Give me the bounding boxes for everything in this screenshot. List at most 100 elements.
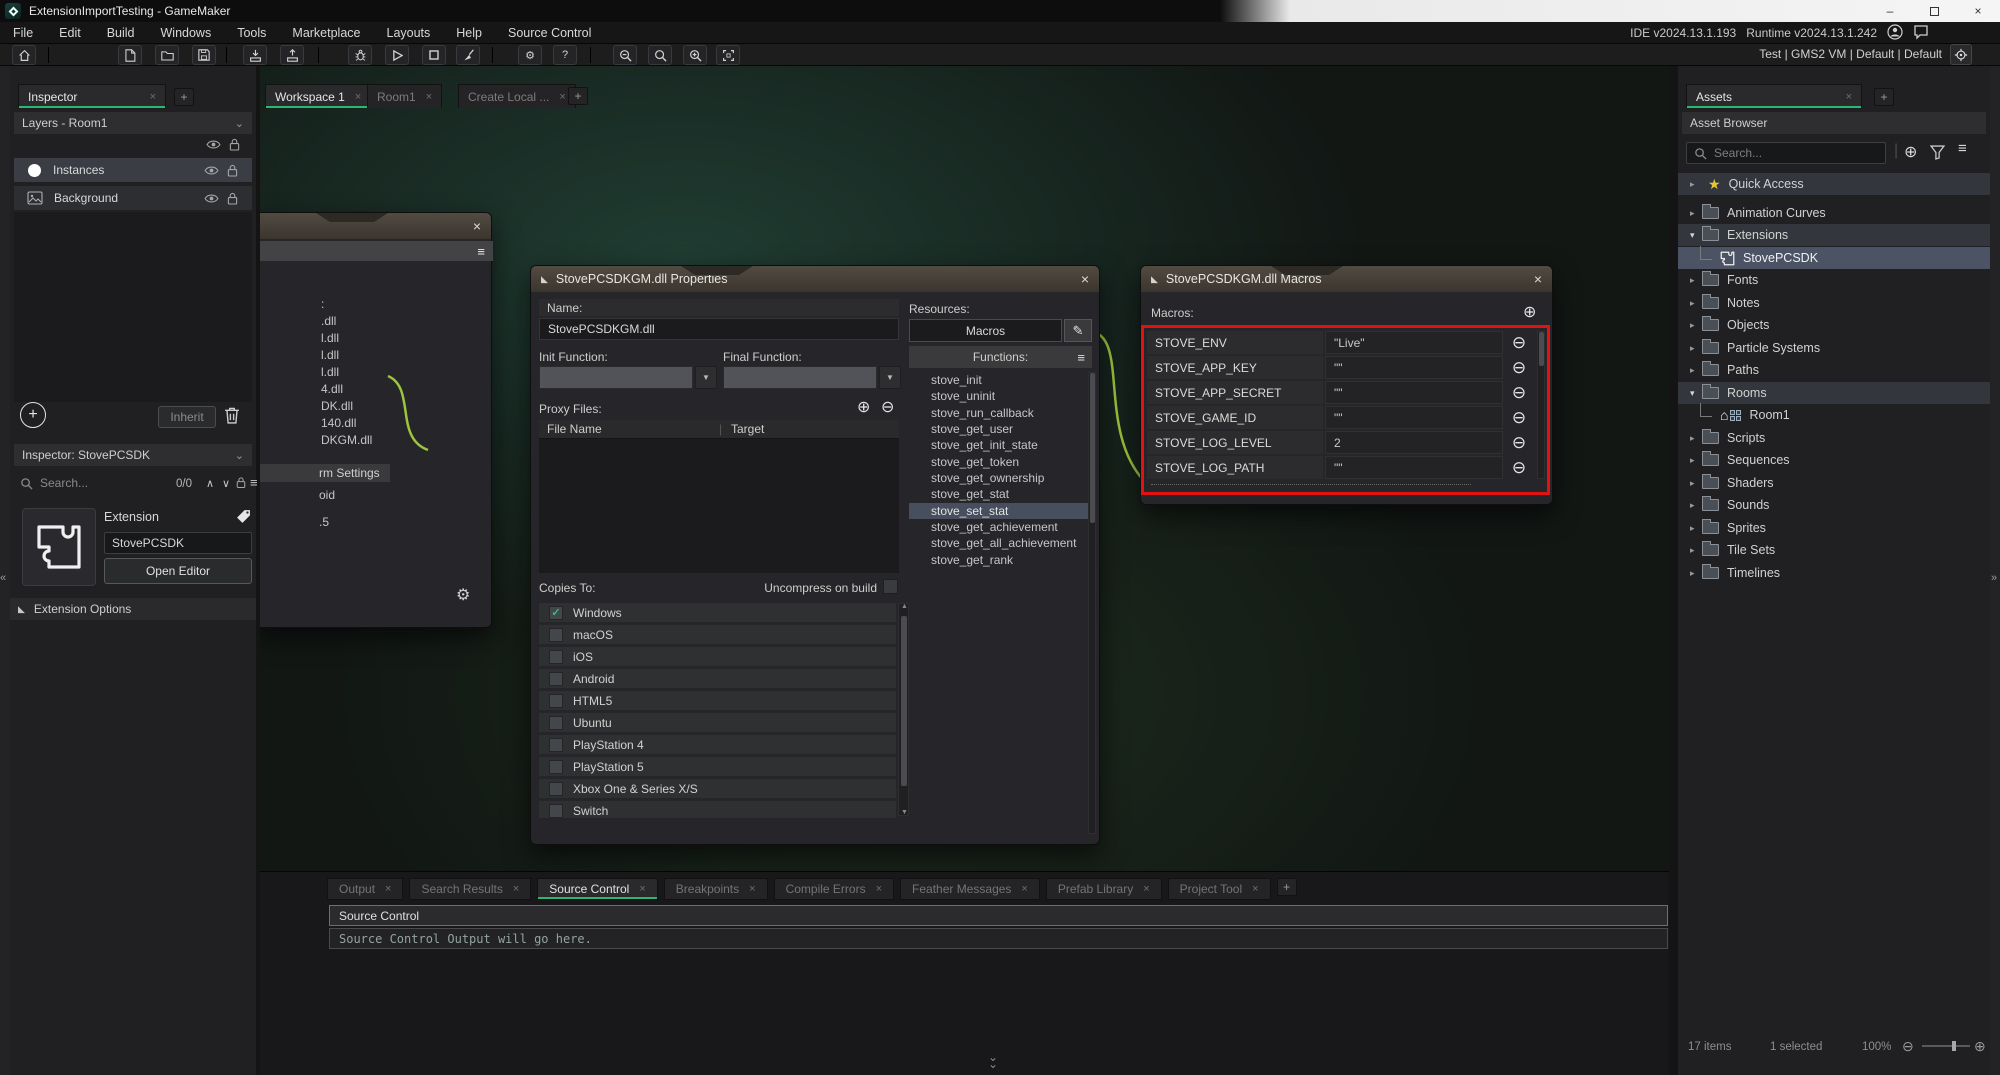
checkbox[interactable]: [549, 694, 563, 708]
macro-name[interactable]: STOVE_GAME_ID: [1147, 406, 1323, 429]
close-icon[interactable]: ×: [150, 91, 156, 103]
checkbox-checked[interactable]: ✓: [549, 606, 563, 620]
search-lock-icon[interactable]: [236, 476, 246, 489]
tree-quick-access[interactable]: ▸ ★ Quick Access: [1678, 173, 1990, 195]
search-prev-button[interactable]: ∧: [206, 477, 214, 490]
open-project-button[interactable]: [155, 45, 179, 65]
lock-icon[interactable]: [227, 164, 238, 177]
stop-button[interactable]: [422, 45, 446, 65]
remove-macro-button[interactable]: ⊖: [1507, 331, 1531, 354]
function-item[interactable]: stove_get_stat: [909, 486, 1094, 502]
expander-icon[interactable]: ▸: [1690, 523, 1702, 534]
zoom-out-button[interactable]: [613, 45, 637, 65]
close-icon[interactable]: ×: [749, 883, 755, 895]
tree-animation-curves[interactable]: ▸Animation Curves: [1678, 202, 1990, 224]
tab-output[interactable]: Output×: [327, 878, 403, 900]
menu-edit[interactable]: Edit: [46, 22, 94, 43]
extension-name-field[interactable]: StovePCSDK: [104, 532, 252, 554]
import-button[interactable]: [243, 45, 267, 65]
tree-notes[interactable]: ▸Notes: [1678, 292, 1990, 314]
remove-macro-button[interactable]: ⊖: [1507, 381, 1531, 404]
platform-row-macos[interactable]: macOS: [539, 625, 896, 644]
platform-row-html5[interactable]: HTML5: [539, 691, 896, 710]
add-asset-button[interactable]: ⊕: [1904, 142, 1917, 162]
tree-tile-sets[interactable]: ▸Tile Sets: [1678, 539, 1990, 561]
add-tab-button[interactable]: +: [174, 88, 194, 106]
lock-icon[interactable]: [229, 138, 240, 151]
tree-objects[interactable]: ▸Objects: [1678, 314, 1990, 336]
proxy-table-body[interactable]: [539, 439, 899, 573]
expander-icon[interactable]: ▸: [1690, 365, 1702, 376]
macro-name[interactable]: STOVE_APP_SECRET: [1147, 381, 1323, 404]
menu-windows[interactable]: Windows: [148, 22, 225, 43]
delete-layer-button[interactable]: [224, 406, 240, 425]
tab-search-results[interactable]: Search Results×: [409, 878, 531, 900]
tab-source-control[interactable]: Source Control×: [537, 878, 657, 900]
hamburger-icon[interactable]: ≡: [1077, 350, 1085, 365]
remove-proxy-button[interactable]: ⊖: [881, 397, 894, 417]
collapse-triangle-icon[interactable]: ◣: [1151, 274, 1158, 285]
settings-gear-icon[interactable]: ⚙: [518, 45, 542, 65]
expander-icon[interactable]: ▸: [1690, 568, 1702, 579]
platform-row-ubuntu[interactable]: Ubuntu: [539, 713, 896, 732]
menu-source-control[interactable]: Source Control: [495, 22, 604, 43]
account-icon[interactable]: [1887, 24, 1904, 41]
macros-scrollbar[interactable]: [1537, 331, 1545, 479]
add-proxy-button[interactable]: ⊕: [857, 397, 870, 417]
eye-icon[interactable]: [206, 139, 221, 150]
close-icon[interactable]: ×: [1021, 883, 1027, 895]
checkbox[interactable]: [549, 782, 563, 796]
platform-row-ios[interactable]: iOS: [539, 647, 896, 666]
run-button[interactable]: [385, 45, 409, 65]
final-function-dropdown[interactable]: [723, 366, 877, 389]
fit-view-button[interactable]: [716, 45, 740, 65]
platform-row-ps5[interactable]: PlayStation 5: [539, 757, 896, 776]
right-dock-collapse-strip[interactable]: »: [1990, 66, 2000, 1075]
function-item[interactable]: stove_get_all_achievement: [909, 535, 1094, 551]
target-manager-icon[interactable]: [1950, 44, 1972, 65]
function-item[interactable]: stove_get_ownership: [909, 470, 1094, 486]
maximize-button[interactable]: [1912, 0, 1956, 22]
zoom-out-icon[interactable]: ⊖: [1902, 1038, 1914, 1055]
filter-icon[interactable]: [1930, 145, 1945, 160]
close-icon[interactable]: ×: [1846, 91, 1852, 103]
macro-value[interactable]: "": [1325, 381, 1503, 404]
macro-value[interactable]: 2: [1325, 431, 1503, 454]
tab-inspector[interactable]: Inspector ×: [18, 84, 166, 108]
menu-file[interactable]: File: [0, 22, 46, 43]
export-button[interactable]: [280, 45, 304, 65]
add-bottom-tab-button[interactable]: +: [1277, 878, 1297, 896]
tree-scripts[interactable]: ▸Scripts: [1678, 427, 1990, 449]
debug-button[interactable]: [348, 45, 372, 65]
expander-icon[interactable]: ▸: [1690, 455, 1702, 466]
add-macro-button[interactable]: ⊕: [1523, 302, 1536, 322]
expander-icon[interactable]: ▸: [1690, 298, 1702, 309]
extension-options-header[interactable]: ◣ Extension Options: [10, 598, 256, 620]
tree-timelines[interactable]: ▸Timelines: [1678, 562, 1990, 584]
layers-header-dropdown[interactable]: Layers - Room1 ⌄: [14, 112, 252, 134]
checkbox[interactable]: [549, 738, 563, 752]
remove-macro-button[interactable]: ⊖: [1507, 431, 1531, 454]
eye-icon[interactable]: [204, 165, 219, 176]
function-item[interactable]: stove_get_user: [909, 421, 1094, 437]
tree-fonts[interactable]: ▸Fonts: [1678, 269, 1990, 291]
add-layer-button[interactable]: +: [20, 402, 46, 428]
minimize-button[interactable]: –: [1868, 0, 1912, 22]
macro-value[interactable]: "Live": [1325, 331, 1503, 354]
tab-assets[interactable]: Assets ×: [1686, 84, 1862, 108]
layer-row-instances[interactable]: Instances: [14, 158, 252, 182]
expander-icon[interactable]: ▸: [1690, 478, 1702, 489]
tree-room1[interactable]: ⌂ Room1: [1678, 404, 1990, 426]
close-icon[interactable]: ×: [1081, 271, 1089, 287]
checkbox[interactable]: [549, 650, 563, 664]
expander-icon[interactable]: ▸: [1690, 545, 1702, 556]
zoom-slider[interactable]: [1922, 1045, 1970, 1047]
left-dock-collapse-strip[interactable]: «: [0, 66, 10, 1075]
edit-macros-pencil-button[interactable]: ✎: [1064, 319, 1092, 342]
collapse-right-icon[interactable]: »: [1991, 572, 1997, 584]
macros-window-titlebar[interactable]: ◣ StovePCSDKGM.dll Macros ×: [1141, 266, 1552, 292]
tree-extensions[interactable]: ▾Extensions: [1678, 224, 1990, 246]
tab-breakpoints[interactable]: Breakpoints×: [664, 878, 768, 900]
function-item[interactable]: stove_init: [909, 372, 1094, 388]
uncompress-checkbox[interactable]: [883, 579, 898, 594]
